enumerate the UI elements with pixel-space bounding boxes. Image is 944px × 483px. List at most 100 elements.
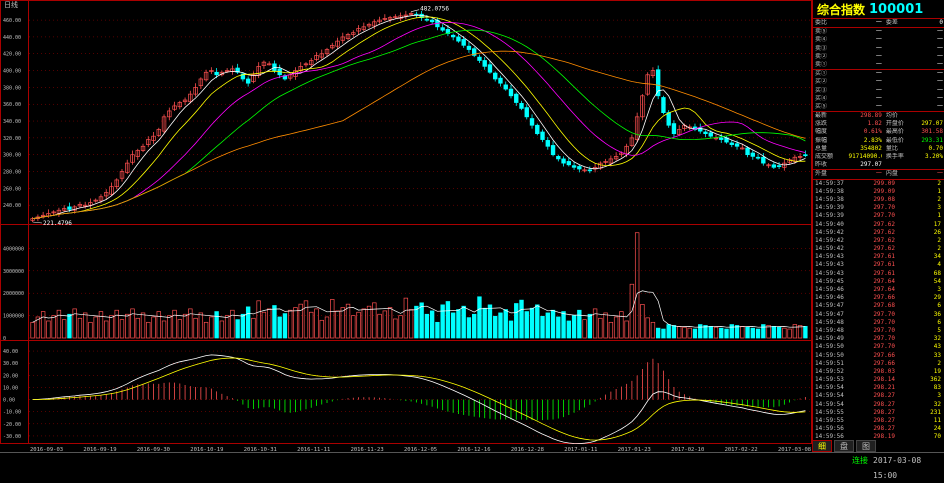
candle[interactable] <box>429 19 435 23</box>
order-level-label: 买② <box>815 78 828 86</box>
candle[interactable] <box>703 131 708 135</box>
candle[interactable] <box>514 93 519 103</box>
candle[interactable] <box>655 69 661 97</box>
trade-row[interactable]: 14:59:43 297.61 34 <box>813 253 944 261</box>
candle[interactable] <box>571 165 577 168</box>
trade-row[interactable]: 14:59:38 299.08 2 <box>813 196 944 204</box>
stat-row: 成交额 91714090.00 换手率 3.20% <box>813 153 944 161</box>
candle[interactable] <box>245 78 251 84</box>
candle[interactable] <box>524 107 529 118</box>
trade-row[interactable]: 14:59:54 298.27 32 <box>813 401 944 409</box>
candle[interactable] <box>577 166 582 170</box>
trade-row[interactable]: 14:59:54 298.27 3 <box>813 392 944 400</box>
candle[interactable] <box>214 71 219 76</box>
trade-time: 14:59:54 <box>815 400 844 408</box>
trade-row[interactable]: 14:59:42 297.62 2 <box>813 245 944 253</box>
trade-row[interactable]: 14:59:55 298.27 231 <box>813 409 944 417</box>
candle[interactable] <box>556 156 561 160</box>
trade-row[interactable]: 14:59:37 299.09 2 <box>813 180 944 188</box>
candle[interactable] <box>666 112 671 126</box>
trade-row[interactable]: 14:59:51 297.66 2 <box>813 360 944 368</box>
candle[interactable] <box>734 143 740 147</box>
trade-row[interactable]: 14:59:50 297.70 43 <box>813 343 944 351</box>
candle[interactable] <box>561 158 566 164</box>
candle[interactable] <box>482 60 487 67</box>
order-level-volume: 一 <box>936 78 943 86</box>
candle[interactable] <box>671 123 677 135</box>
trade-row[interactable]: 14:59:53 298.14 362 <box>813 376 944 384</box>
candle[interactable] <box>587 169 593 172</box>
trade-ticks[interactable]: 14:59:37 299.09 2 14:59:38 299.09 1 14:59:38 29… <box>813 178 944 452</box>
trade-row[interactable]: 14:59:40 297.62 17 <box>813 221 944 229</box>
order-level-label-2 <box>882 28 914 36</box>
candle[interactable] <box>508 88 514 97</box>
trade-row[interactable]: 14:59:42 297.62 26 <box>813 229 944 237</box>
trade-price: 297.70 <box>873 310 895 318</box>
candle[interactable] <box>466 45 472 50</box>
candle[interactable] <box>729 142 734 145</box>
stat-row: 振幅 2.83% 最低价 293.31 <box>813 137 944 145</box>
trade-row[interactable]: 14:59:49 297.70 32 <box>813 335 944 343</box>
trade-row[interactable]: 14:59:47 297.70 36 <box>813 311 944 319</box>
trade-row[interactable]: 14:59:50 297.66 33 <box>813 352 944 360</box>
candle[interactable] <box>67 206 72 210</box>
trade-row[interactable]: 14:59:56 298.27 24 <box>813 425 944 433</box>
trade-row[interactable]: 14:59:39 297.70 3 <box>813 204 944 212</box>
candle[interactable] <box>493 72 498 80</box>
trade-row[interactable]: 14:59:43 297.61 68 <box>813 270 944 278</box>
trade-volume: 2 <box>937 179 941 187</box>
candle[interactable] <box>519 103 524 109</box>
trade-row[interactable]: 14:59:38 299.09 1 <box>813 188 944 196</box>
kline-chart[interactable]: 日线 460.00 440.00 420.00 400.00 380.00 360.00 3… <box>0 0 812 452</box>
candle[interactable] <box>803 154 808 157</box>
trade-row[interactable]: 14:59:47 297.68 6 <box>813 302 944 310</box>
candle[interactable] <box>440 27 445 31</box>
order-level-price: 一 <box>875 70 882 78</box>
order-book-row: 买① 一 一 <box>813 69 944 78</box>
candle[interactable] <box>550 145 556 156</box>
candle[interactable] <box>708 132 713 137</box>
candle[interactable] <box>540 131 545 140</box>
volume-bar <box>692 328 698 339</box>
candle[interactable] <box>456 36 461 42</box>
trade-row[interactable]: 14:59:48 297.70 6 <box>813 319 944 327</box>
trade-row[interactable]: 14:59:48 297.70 5 <box>813 327 944 335</box>
trade-row[interactable]: 14:59:42 297.62 2 <box>813 237 944 245</box>
trade-row[interactable]: 14:59:46 297.66 29 <box>813 294 944 302</box>
candle[interactable] <box>503 84 508 90</box>
trade-row[interactable]: 14:59:43 297.61 4 <box>813 261 944 269</box>
candle[interactable] <box>535 124 540 135</box>
candle[interactable] <box>487 64 493 73</box>
volume-bar <box>729 324 734 339</box>
trade-row[interactable]: 14:59:55 298.27 11 <box>813 417 944 425</box>
tab-2[interactable]: 图 <box>856 440 876 452</box>
candle[interactable] <box>771 164 777 168</box>
candle[interactable] <box>755 156 761 159</box>
candle[interactable] <box>776 165 782 167</box>
candle[interactable] <box>750 152 755 157</box>
candle[interactable] <box>719 137 724 140</box>
trade-row[interactable]: 14:59:54 298.21 83 <box>813 384 944 392</box>
macd_axis-tick-label: 10.00 <box>3 385 18 391</box>
period-label[interactable]: 日线 <box>4 0 18 9</box>
candle[interactable] <box>529 118 535 126</box>
candle[interactable] <box>566 161 572 166</box>
candle[interactable] <box>745 147 750 156</box>
tab-1[interactable]: 盘 <box>834 440 854 452</box>
order-book-row: 卖② 一 一 <box>813 53 944 61</box>
trade-row[interactable]: 14:59:39 297.70 1 <box>813 212 944 220</box>
trade-row[interactable]: 14:59:45 297.64 54 <box>813 278 944 286</box>
trade-volume: 231 <box>930 408 941 416</box>
tab-0[interactable]: 细 <box>812 440 832 452</box>
candle[interactable] <box>450 34 456 38</box>
trade-row[interactable]: 14:59:46 297.64 3 <box>813 286 944 294</box>
candle[interactable] <box>545 140 550 147</box>
trade-row[interactable]: 14:59:52 298.03 19 <box>813 368 944 376</box>
candle[interactable] <box>477 56 482 61</box>
trade-price: 297.62 <box>873 245 895 253</box>
candle[interactable] <box>761 156 766 164</box>
candle[interactable] <box>661 97 666 113</box>
candle[interactable] <box>424 18 430 21</box>
candle[interactable] <box>461 39 466 46</box>
candle[interactable] <box>498 77 503 84</box>
